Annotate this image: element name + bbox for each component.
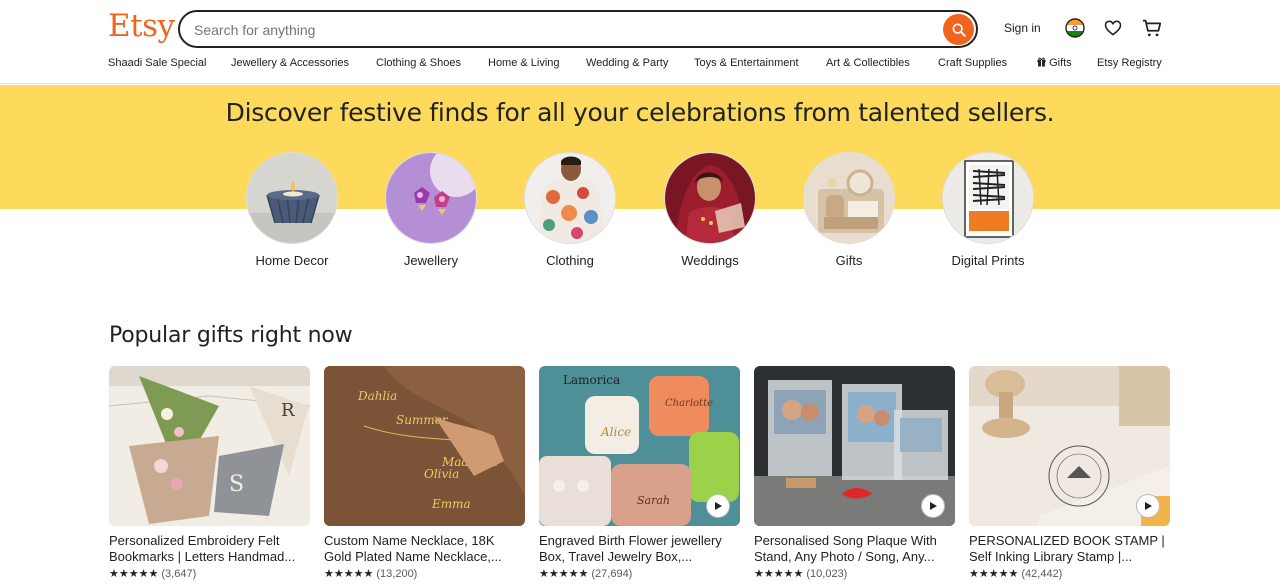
jewellery-image <box>385 152 477 244</box>
product-title-line2: Self Inking Library Stamp |... <box>969 549 1133 564</box>
favorites-heart-icon[interactable] <box>1102 17 1124 39</box>
category-label: Digital Prints <box>951 253 1025 268</box>
category-clothing[interactable]: Clothing <box>524 152 616 268</box>
play-icon <box>1145 502 1152 510</box>
review-count: (13,200) <box>376 568 418 580</box>
nav-item-craft[interactable]: Craft Supplies <box>938 57 1007 69</box>
svg-text:Olivia: Olivia <box>424 467 459 481</box>
svg-text:R: R <box>281 400 295 421</box>
category-gifts[interactable]: Gifts <box>803 152 895 268</box>
site-header: Etsy Sign in <box>0 0 1280 84</box>
product-card[interactable]: PERSONALIZED BOOK STAMP | Self Inking Li… <box>969 366 1170 580</box>
product-card[interactable]: Personalised Song Plaque With Stand, Any… <box>754 366 955 580</box>
india-flag-icon[interactable] <box>1064 17 1086 39</box>
product-title-line1: Personalized Embroidery Felt <box>109 533 280 548</box>
category-nav: Shaadi Sale Special Jewellery & Accessor… <box>108 57 1168 73</box>
nav-item-gifts[interactable]: Gifts <box>1037 57 1072 69</box>
search-bar <box>178 10 978 48</box>
product-title-line1: Custom Name Necklace, 18K <box>324 533 495 548</box>
svg-text:Dahlia: Dahlia <box>357 389 397 403</box>
product-image: R S <box>109 366 310 526</box>
nav-item-art[interactable]: Art & Collectibles <box>826 57 910 69</box>
product-card[interactable]: R S Personalized Embroidery Felt Bookmar… <box>109 366 310 580</box>
svg-text:Charlotte: Charlotte <box>665 398 713 409</box>
svg-text:S: S <box>229 472 244 497</box>
rating-stars: ★★★★★ <box>109 568 159 580</box>
play-video-button[interactable] <box>706 494 730 518</box>
nav-item-jewellery[interactable]: Jewellery & Accessories <box>231 57 349 69</box>
review-count: (42,442) <box>1021 568 1063 580</box>
nav-gifts-label: Gifts <box>1049 57 1072 69</box>
play-icon <box>930 502 937 510</box>
gift-icon <box>1037 57 1046 67</box>
category-jewellery[interactable]: Jewellery <box>385 152 477 268</box>
svg-text:Alice: Alice <box>600 425 631 439</box>
banner-headline: Discover festive finds for all your cele… <box>225 98 1055 127</box>
rating-stars: ★★★★★ <box>539 568 589 580</box>
product-image: Lamorica Alice Charlotte Sarah <box>539 366 740 526</box>
play-video-button[interactable] <box>1136 494 1160 518</box>
digital-prints-image <box>942 152 1034 244</box>
product-title-line2: Stand, Any Photo / Song, Any... <box>754 549 935 564</box>
review-count: (10,023) <box>806 568 848 580</box>
home-decor-image <box>246 152 338 244</box>
product-image: Dahlia Summer Madeline Olivia Emma <box>324 366 525 526</box>
product-rating: ★★★★★ (10,023) <box>754 567 955 580</box>
rating-stars: ★★★★★ <box>969 568 1019 580</box>
sign-in-link[interactable]: Sign in <box>1004 21 1041 35</box>
product-title-line1: PERSONALIZED BOOK STAMP | <box>969 533 1165 548</box>
product-image <box>969 366 1170 526</box>
product-rating: ★★★★★ (27,694) <box>539 567 740 580</box>
nav-item-registry[interactable]: Etsy Registry <box>1097 57 1162 69</box>
review-count: (27,694) <box>591 568 633 580</box>
rating-stars: ★★★★★ <box>754 568 804 580</box>
play-video-button[interactable] <box>921 494 945 518</box>
search-input[interactable] <box>194 19 934 41</box>
product-card[interactable]: Lamorica Alice Charlotte Sarah Engraved … <box>539 366 740 580</box>
product-title-line2: Bookmarks | Letters Handmad... <box>109 549 296 564</box>
product-rating: ★★★★★ (42,442) <box>969 567 1170 580</box>
nav-item-wedding-party[interactable]: Wedding & Party <box>586 57 668 69</box>
search-button[interactable] <box>943 14 974 45</box>
nav-item-toys[interactable]: Toys & Entertainment <box>694 57 799 69</box>
product-card[interactable]: Dahlia Summer Madeline Olivia Emma Custo… <box>324 366 525 580</box>
svg-text:Sarah: Sarah <box>637 494 670 507</box>
weddings-image <box>664 152 756 244</box>
review-count: (3,647) <box>161 568 197 580</box>
product-title-line2: Gold Plated Name Necklace,... <box>324 549 502 564</box>
product-rating: ★★★★★ (13,200) <box>324 567 525 580</box>
product-title-line1: Engraved Birth Flower jewellery <box>539 533 722 548</box>
rating-stars: ★★★★★ <box>324 568 374 580</box>
play-icon <box>715 502 722 510</box>
gifts-image <box>803 152 895 244</box>
product-title-line1: Personalised Song Plaque With <box>754 533 937 548</box>
popular-gifts-heading: Popular gifts right now <box>109 323 353 348</box>
etsy-logo[interactable]: Etsy <box>108 8 175 44</box>
clothing-image <box>524 152 616 244</box>
category-weddings[interactable]: Weddings <box>664 152 756 268</box>
svg-text:Emma: Emma <box>431 497 471 511</box>
svg-text:Lamorica: Lamorica <box>563 373 620 387</box>
search-icon <box>952 23 966 37</box>
category-digital-prints[interactable]: Digital Prints <box>942 152 1034 268</box>
nav-item-clothing[interactable]: Clothing & Shoes <box>376 57 461 69</box>
nav-item-shaadi-sale[interactable]: Shaadi Sale Special <box>108 57 206 69</box>
product-rating: ★★★★★ (3,647) <box>109 567 310 580</box>
category-home-decor[interactable]: Home Decor <box>246 152 338 268</box>
product-image <box>754 366 955 526</box>
product-title-line2: Box, Travel Jewelry Box,... <box>539 549 693 564</box>
cart-icon[interactable] <box>1141 17 1163 39</box>
nav-item-home-living[interactable]: Home & Living <box>488 57 560 69</box>
